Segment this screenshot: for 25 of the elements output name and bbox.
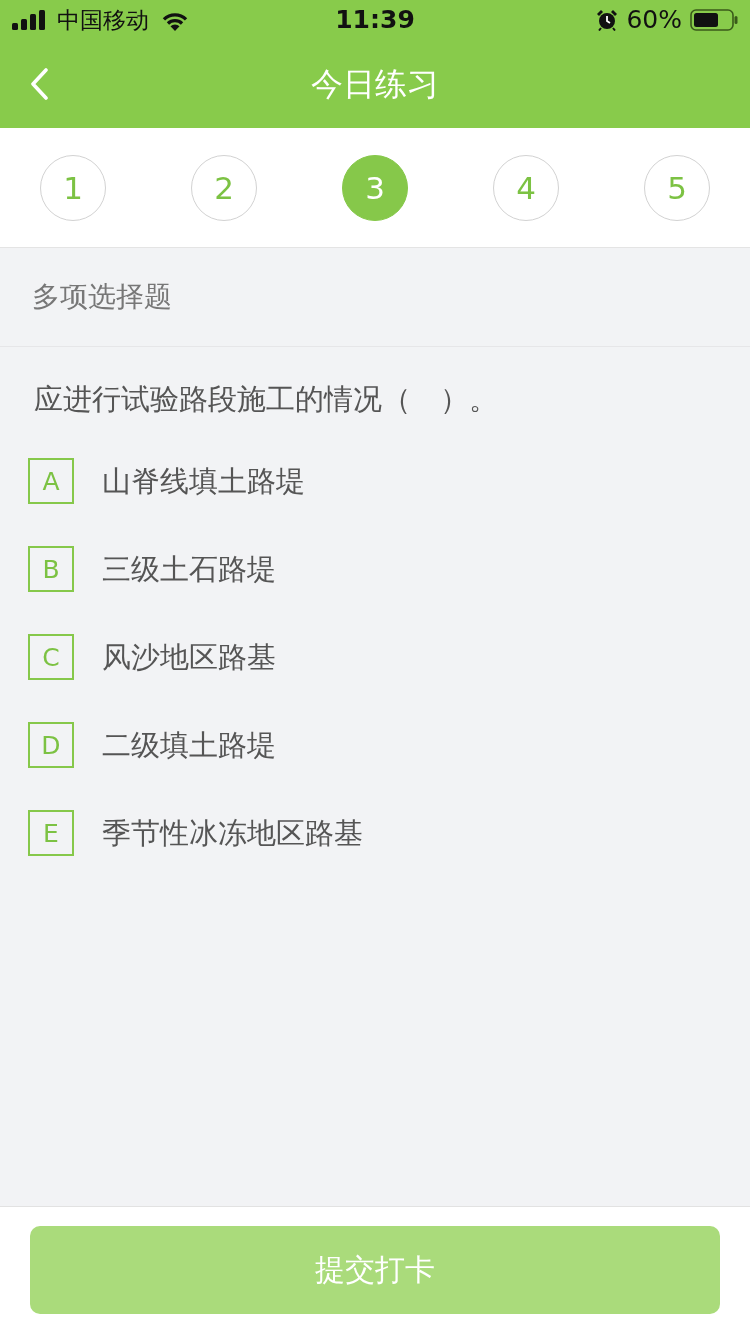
option-letter[interactable]: A xyxy=(28,458,74,504)
page-title: 今日练习 xyxy=(310,64,440,104)
carrier-name: 中国移动 xyxy=(57,6,149,34)
battery-icon xyxy=(690,9,738,31)
option-letter[interactable]: D xyxy=(28,722,74,768)
question-text: 应进行试验路段施工的情况（ ）。 xyxy=(33,381,499,415)
battery-percent: 60% xyxy=(626,5,682,35)
question-number-button[interactable]: 4 xyxy=(493,154,559,221)
option-letter[interactable]: E xyxy=(28,810,74,856)
signal-icon xyxy=(12,10,45,30)
option-text[interactable]: 三级土石路堤 xyxy=(102,551,276,587)
option-letter[interactable]: C xyxy=(28,634,74,680)
question-number-button[interactable]: 2 xyxy=(191,154,257,221)
status-time: 11:39 xyxy=(335,5,415,35)
question-number-button[interactable]: 3 xyxy=(342,154,408,221)
question-number-button[interactable]: 5 xyxy=(644,154,710,221)
back-icon xyxy=(30,68,48,100)
question-number-button[interactable]: 1 xyxy=(40,154,106,221)
option-text[interactable]: 季节性冰冻地区路基 xyxy=(102,815,363,851)
option-letter[interactable]: B xyxy=(28,546,74,592)
alarm-clock-icon xyxy=(596,9,619,31)
option-text[interactable]: 山脊线填土路堤 xyxy=(102,463,305,499)
option-text[interactable]: 二级填土路堤 xyxy=(102,727,276,763)
option-text[interactable]: 风沙地区路基 xyxy=(102,639,276,675)
question-type-label: 多项选择题 xyxy=(32,280,172,314)
